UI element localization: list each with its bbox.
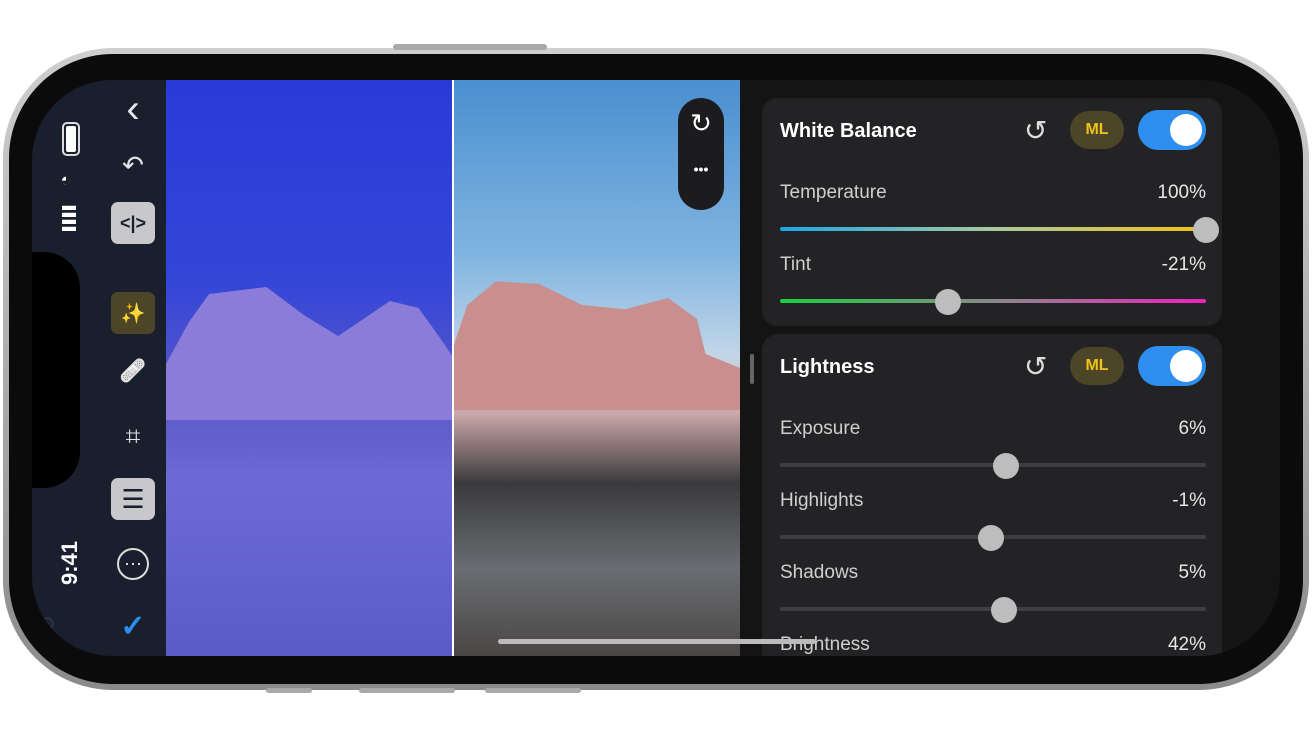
undo-button[interactable]: ↶: [111, 144, 155, 186]
slider-thumb[interactable]: [935, 289, 962, 315]
slider-label: Shadows: [780, 562, 859, 583]
slider-value: 6%: [1178, 418, 1206, 439]
panel-resize-handle[interactable]: [750, 354, 754, 384]
slider-track[interactable]: [780, 227, 1206, 231]
slider-brightness[interactable]: Brightness 42%: [780, 634, 1206, 656]
slider-thumb[interactable]: [977, 525, 1004, 551]
notch: [32, 252, 80, 631]
checkmark-icon: ✓: [120, 609, 146, 643]
slider-thumb[interactable]: [1193, 217, 1219, 243]
compare-button[interactable]: <|>: [111, 202, 155, 244]
volume-button: [359, 688, 455, 693]
photo-compare-view[interactable]: ↻ •••: [166, 80, 740, 656]
slider-shadows[interactable]: Shadows 5%: [780, 562, 1206, 634]
volume-button: [485, 688, 581, 693]
white-balance-card: White Balance ↺ ML Temperature 100% Tint…: [762, 98, 1222, 326]
heal-button[interactable]: 🩹: [111, 350, 155, 392]
home-indicator: [498, 639, 816, 644]
white-balance-toggle[interactable]: [1138, 110, 1206, 150]
compare-icon: <|>: [119, 212, 147, 233]
slider-label: Highlights: [780, 490, 864, 511]
crop-icon: ⌗: [125, 421, 141, 451]
bandage-icon: 🩹: [119, 358, 147, 383]
battery-icon: [62, 122, 80, 156]
reset-button[interactable]: ↻: [678, 108, 724, 139]
slider-track[interactable]: [780, 299, 1206, 303]
sliders-icon: ☰: [121, 483, 145, 514]
slider-temperature[interactable]: Temperature 100%: [780, 182, 1219, 254]
back-button[interactable]: ‹: [111, 86, 155, 131]
slider-value: 42%: [1167, 634, 1206, 655]
slider-label: Exposure: [780, 418, 861, 439]
slider-exposure[interactable]: Exposure 6%: [780, 418, 1206, 490]
status-time: 9:41: [57, 540, 83, 586]
section-title: Lightness: [780, 356, 875, 378]
slider-value: 5%: [1178, 562, 1206, 583]
back-icon: ‹: [126, 86, 140, 131]
side-button: [393, 44, 547, 50]
slider-label: Tint: [780, 254, 811, 275]
signal-icon: ▬ ▬ ▬ ▬: [62, 197, 76, 234]
slider-thumb[interactable]: [990, 597, 1017, 623]
magic-wand-icon: ✨: [120, 302, 146, 325]
toolbar: ◔ ▬ ▬ ▬ ▬ 9:41 ‹ ↶ <|> ✨ 🩹 ⌗ ☰ ⋯ ✓: [32, 80, 166, 656]
crop-button[interactable]: ⌗: [111, 416, 155, 458]
lightness-toggle[interactable]: [1138, 346, 1206, 386]
section-title: White Balance: [780, 120, 917, 142]
ml-auto-button[interactable]: ✨: [111, 292, 155, 334]
lightness-card: Lightness ↺ ML Exposure 6% Highlights -1…: [762, 334, 1222, 656]
side-button: [266, 688, 312, 693]
photo-controls: ↻ •••: [678, 98, 724, 210]
compare-split-handle[interactable]: [452, 80, 454, 656]
slider-label: Temperature: [780, 182, 887, 203]
undo-icon: ↶: [122, 149, 144, 180]
slider-label: Brightness: [780, 634, 870, 655]
wifi-icon: ◔: [54, 175, 75, 186]
camera: [40, 617, 54, 631]
reset-icon: ↻: [690, 108, 712, 138]
screen: ◔ ▬ ▬ ▬ ▬ 9:41 ‹ ↶ <|> ✨ 🩹 ⌗ ☰ ⋯ ✓ ↻ ••• Wh…: [32, 80, 1280, 656]
ml-button[interactable]: ML: [1070, 111, 1124, 149]
slider-tint[interactable]: Tint -21%: [780, 254, 1206, 326]
ellipsis-icon: •••: [693, 161, 709, 177]
more-options-button[interactable]: •••: [678, 161, 724, 177]
reset-icon[interactable]: ↺: [1024, 114, 1047, 147]
adjust-button[interactable]: ☰: [111, 478, 155, 520]
done-button[interactable]: ✓: [111, 605, 155, 647]
slider-highlights[interactable]: Highlights -1%: [780, 490, 1206, 562]
slider-value: 100%: [1157, 182, 1206, 203]
slider-value: -21%: [1161, 254, 1206, 275]
more-icon: ⋯: [117, 548, 149, 580]
slider-value: -1%: [1172, 490, 1206, 511]
adjustments-panel: White Balance ↺ ML Temperature 100% Tint…: [740, 80, 1280, 656]
more-button[interactable]: ⋯: [111, 543, 155, 585]
reset-icon[interactable]: ↺: [1024, 350, 1047, 383]
slider-thumb[interactable]: [992, 453, 1019, 479]
ml-button[interactable]: ML: [1070, 347, 1124, 385]
